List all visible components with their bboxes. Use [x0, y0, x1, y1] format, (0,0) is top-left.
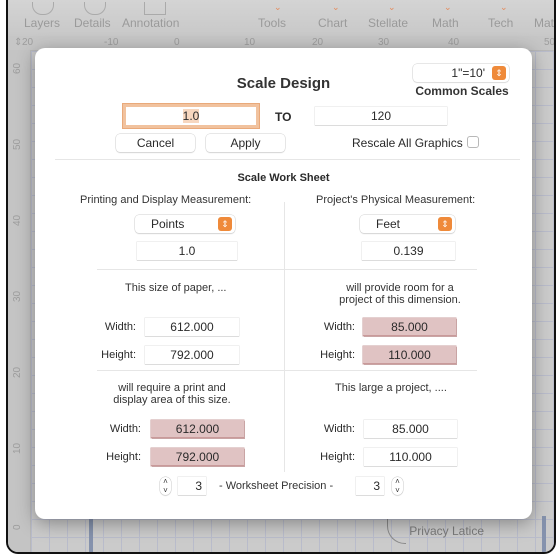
- require-text: will require a print and display area of…: [97, 382, 247, 406]
- precision-right-input[interactable]: 3: [356, 477, 384, 495]
- room-height-label: Height:: [320, 349, 355, 361]
- toolbar-layers[interactable]: Layers: [24, 2, 60, 30]
- paper-height-label: Height:: [101, 349, 136, 361]
- precision-right-stepper[interactable]: ˄ ˅: [392, 477, 403, 495]
- tech-icon: ⌄: [500, 2, 508, 12]
- toolbar-annotation[interactable]: Annotation: [122, 2, 179, 30]
- worksheet-title: Scale Work Sheet: [237, 172, 330, 184]
- area-width-label: Width:: [109, 423, 141, 435]
- ruler-left-label: 0: [12, 524, 23, 530]
- room-text-line: will provide room for a: [346, 282, 454, 294]
- ruler-left-label: 60: [12, 62, 23, 74]
- canvas-shape: [89, 516, 93, 552]
- ruler-top-label: -10: [104, 37, 119, 48]
- project-width-label: Width:: [323, 423, 355, 435]
- rescale-checkbox[interactable]: [467, 136, 479, 148]
- print-unit-input[interactable]: 1.0: [137, 242, 237, 260]
- details-icon: [84, 2, 106, 15]
- common-scales-value: 1"=10': [451, 66, 485, 80]
- area-height-label: Height:: [106, 451, 141, 463]
- room-text-line: project of this dimension.: [339, 294, 461, 306]
- project-unit-popup[interactable]: Feet ⇕: [360, 215, 455, 233]
- toolbar-stellate[interactable]: ⌄ Stellate: [368, 2, 408, 30]
- precision-label: - Worksheet Precision -: [219, 480, 334, 492]
- require-text-line: display area of this size.: [113, 394, 231, 406]
- stepper-down-icon: ˅: [395, 486, 400, 495]
- chart-icon: ⌄: [332, 2, 340, 12]
- precision-left-input[interactable]: 3: [178, 477, 206, 495]
- area-height-output: 792.000: [151, 448, 244, 466]
- print-unit-value: Points: [151, 217, 185, 231]
- toolbar-math[interactable]: ⌄ Math: [432, 2, 459, 30]
- toolbar: Layers Details Annotation ⌄ Tools ⌄ Chart …: [8, 0, 554, 36]
- paper-height-input[interactable]: 792.000: [145, 346, 239, 364]
- paper-width-label: Width:: [104, 321, 136, 333]
- ruler-left-label: 10: [12, 442, 23, 454]
- ruler-left-label: 20: [12, 366, 23, 378]
- toolbar-tools[interactable]: ⌄ Tools: [258, 2, 286, 30]
- stepper-up-icon: ˄: [395, 477, 400, 486]
- canvas-arc-shape: [387, 517, 406, 544]
- room-text: will provide room for a project of this …: [325, 282, 475, 306]
- annotation-icon: [144, 2, 166, 15]
- toolbar-details[interactable]: Details: [74, 2, 111, 30]
- ruler-left: 60 50 40 30 20 10 0: [8, 50, 31, 552]
- precision-left-stepper[interactable]: ˄ ˅: [160, 477, 171, 495]
- tools-icon: ⌄: [274, 2, 282, 12]
- paper-size-text: This size of paper, ...: [125, 282, 227, 294]
- project-heading: Project's Physical Measurement:: [316, 194, 476, 206]
- project-unit-input[interactable]: 0.139: [362, 242, 455, 260]
- print-unit-popup[interactable]: Points ⇕: [135, 215, 235, 233]
- scale-from-value: 1.0: [182, 109, 200, 123]
- ruler-top-label: 0: [174, 37, 180, 48]
- ruler-top-label: 20: [22, 37, 34, 48]
- toolbar-tech[interactable]: ⌄ Tech: [488, 2, 513, 30]
- common-scales-label: Common Scales: [415, 84, 509, 98]
- ruler-left-label: 40: [12, 214, 23, 226]
- scale-to-input[interactable]: 120: [315, 107, 447, 125]
- popup-chevron-icon: ⇕: [218, 217, 232, 231]
- math-icon: ⌄: [444, 2, 452, 12]
- project-width-input[interactable]: 85.000: [364, 420, 457, 438]
- column-divider: [284, 202, 285, 472]
- divider: [55, 159, 520, 160]
- project-height-input[interactable]: 110.000: [364, 448, 457, 466]
- project-height-label: Height:: [320, 451, 355, 463]
- scale-design-dialog: Scale Design 1"=10' ⇕ Common Scales 1.0 …: [35, 48, 532, 519]
- toolbar-chart[interactable]: ⌄ Chart: [318, 2, 347, 30]
- layers-icon: [32, 2, 54, 15]
- ruler-top-label: 20: [312, 37, 324, 48]
- ruler-top-label: 40: [448, 37, 460, 48]
- toolbar-mat[interactable]: Mat: [534, 16, 554, 30]
- common-scales-popup[interactable]: 1"=10' ⇕: [413, 64, 509, 82]
- project-unit-value: Feet: [376, 217, 401, 231]
- popup-chevron-icon: ⇕: [492, 66, 506, 80]
- ruler-left-label: 30: [12, 290, 23, 302]
- stellate-icon: ⌄: [388, 2, 396, 12]
- scale-from-input[interactable]: 1.0: [126, 107, 256, 125]
- require-text-line: will require a print and: [118, 382, 226, 394]
- stepper-up-icon: ˄: [163, 477, 168, 486]
- canvas-shape: [542, 516, 546, 552]
- cancel-button[interactable]: Cancel: [116, 134, 195, 152]
- apply-button[interactable]: Apply: [206, 134, 285, 152]
- rescale-label: Rescale All Graphics: [352, 136, 463, 150]
- area-width-output: 612.000: [151, 420, 244, 438]
- divider: [97, 269, 477, 270]
- room-width-output: 85.000: [363, 318, 456, 336]
- printing-heading: Printing and Display Measurement:: [80, 194, 252, 206]
- popup-chevron-icon: ⇕: [438, 217, 452, 231]
- divider: [97, 370, 477, 371]
- ruler-left-label: 50: [12, 138, 23, 150]
- paper-width-input[interactable]: 612.000: [145, 318, 239, 336]
- large-project-text: This large a project, ....: [335, 382, 447, 394]
- ruler-top-label: 10: [244, 37, 256, 48]
- stepper-down-icon: ˅: [163, 486, 168, 495]
- room-width-label: Width:: [323, 321, 355, 333]
- ruler-top-label: 50: [544, 37, 556, 48]
- to-label: TO: [275, 110, 292, 124]
- ruler-top-label: 30: [378, 37, 390, 48]
- canvas-label: Privacy Latice: [409, 524, 484, 538]
- room-height-output: 110.000: [363, 346, 456, 364]
